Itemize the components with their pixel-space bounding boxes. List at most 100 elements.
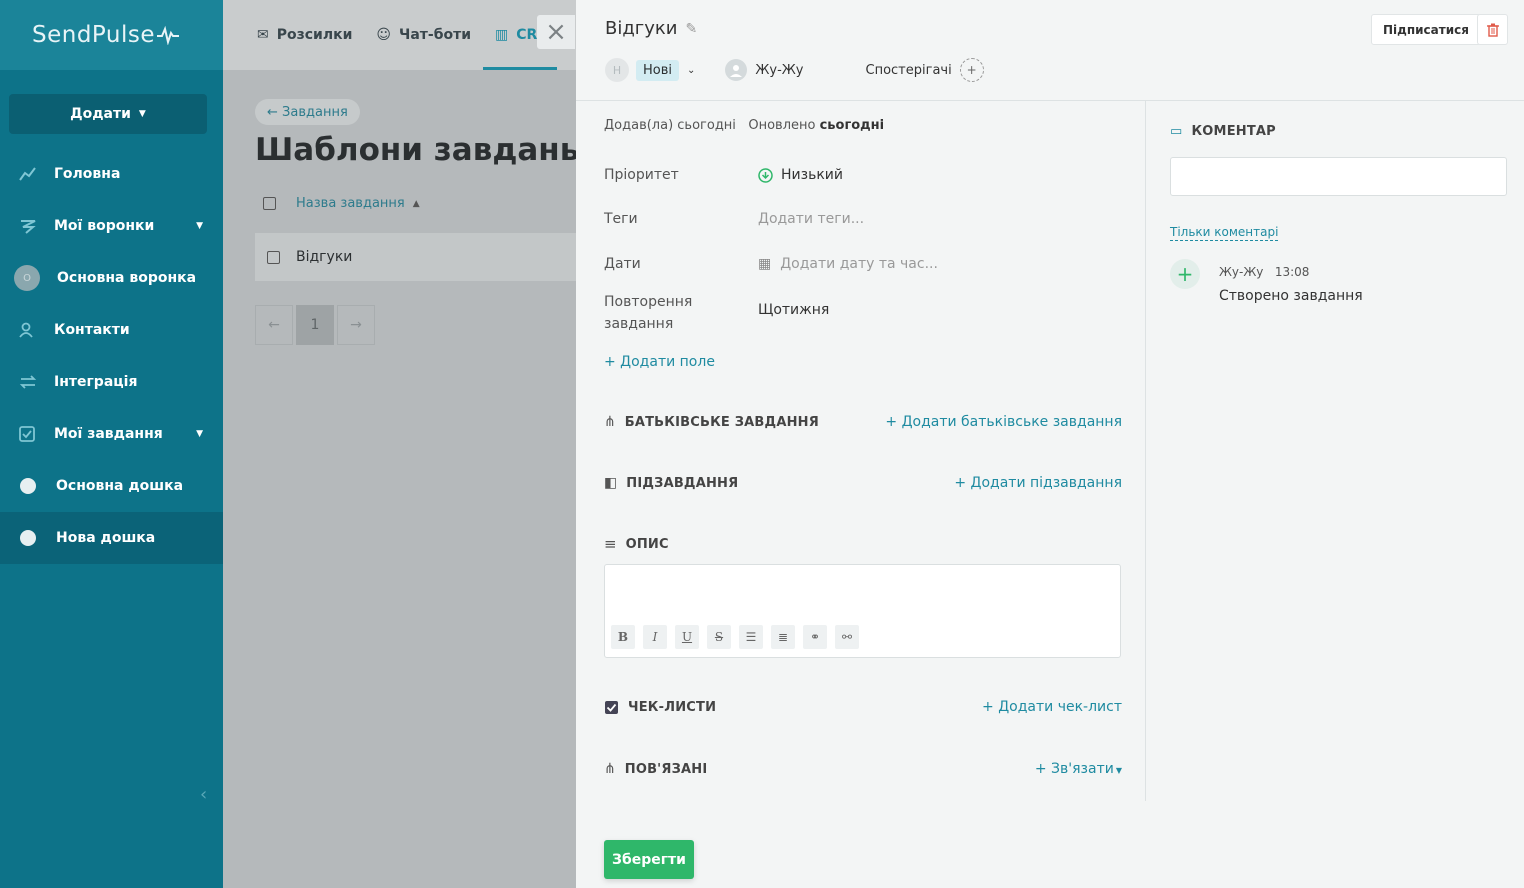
repeat-value[interactable]: Щотижня <box>758 302 829 318</box>
sidebar-item-label: Нова дошка <box>56 530 156 546</box>
assignee[interactable]: Жу-Жу <box>725 59 804 81</box>
sidebar-item-label: Мої завдання <box>54 426 163 442</box>
tags-input[interactable]: Додати теги... <box>758 211 864 227</box>
sidebar-item-main-board[interactable]: Основна дошка <box>0 460 223 512</box>
sidebar-item-label: Інтеграція <box>54 374 138 390</box>
status-avatar: Н <box>605 58 629 82</box>
add-watcher-button[interactable]: + <box>959 58 984 82</box>
chevron-down-icon[interactable]: ⌄ <box>687 65 695 76</box>
description-editor[interactable]: B I U S ☰ ≣ ⚭ ⚯ <box>604 564 1121 658</box>
tab-label: CR <box>516 27 538 43</box>
add-field-link[interactable]: + Додати поле <box>604 354 715 370</box>
add-parent-task-link[interactable]: + Додати батьківське завдання <box>885 414 1122 430</box>
priority-label: Пріоритет <box>604 167 679 183</box>
italic-button[interactable]: I <box>643 625 667 649</box>
repeat-label-line1: Повторення <box>604 294 693 310</box>
tab-crm[interactable]: ▥ CR <box>495 27 537 43</box>
active-tab-underline <box>483 67 557 70</box>
comment-input[interactable] <box>1170 157 1507 196</box>
calendar-icon: ▦ <box>758 256 772 272</box>
sidebar-item-label: Мої воронки <box>54 218 155 234</box>
board-dot-icon <box>20 530 36 546</box>
watchers: Спостерігачі + <box>866 58 984 82</box>
breadcrumb[interactable]: ← Завдання <box>255 99 360 125</box>
board-dot-icon <box>20 478 36 494</box>
sidebar-item-contacts[interactable]: Контакти <box>0 304 223 356</box>
sidebar-item-home[interactable]: Головна <box>0 148 223 200</box>
delete-button[interactable] <box>1477 14 1508 45</box>
editor-toolbar: B I U S ☰ ≣ ⚭ ⚯ <box>611 625 867 649</box>
pagination: ← 1 → <box>255 305 378 345</box>
activity-text: Створено завдання <box>1219 288 1363 304</box>
section-title: ЧЕК-ЛИСТИ <box>628 699 717 715</box>
sidebar-item-funnels[interactable]: Мої воронки ▼ <box>0 200 223 252</box>
dates-input[interactable]: ▦ Додати дату та час... <box>758 256 938 272</box>
sidebar-item-label: Головна <box>54 166 121 182</box>
bullet-list-icon[interactable]: ☰ <box>739 625 763 649</box>
checkbox-icon <box>605 700 618 714</box>
kanban-icon: ▥ <box>495 27 509 43</box>
logo[interactable]: SendPulse <box>32 22 179 48</box>
parent-task-section: ⋔ БАТЬКІВСЬКЕ ЗАВДАННЯ + Додати батьківс… <box>604 414 1122 430</box>
activity-meta: Жу-Жу 13:08 <box>1219 265 1309 279</box>
unlink-icon[interactable]: ⚯ <box>835 625 859 649</box>
priority-value[interactable]: Низький <box>758 167 843 183</box>
row-checkbox[interactable] <box>267 250 280 264</box>
watchers-label: Спостерігачі <box>865 62 952 78</box>
subtasks-section: ◧ ПІДЗАВДАННЯ + Додати підзавдання <box>604 475 1122 491</box>
close-panel-button[interactable]: × <box>537 15 575 49</box>
tab-chatbots[interactable]: ☺ Чат-боти <box>376 27 471 43</box>
funnel-icon <box>18 216 38 236</box>
task-title[interactable]: Відгуки ✎ <box>605 18 697 39</box>
tags-label: Теги <box>604 211 638 227</box>
section-title: БАТЬКІВСЬКЕ ЗАВДАННЯ <box>624 414 819 430</box>
arrow-down-circle-icon <box>758 167 773 183</box>
column-header-name[interactable]: Назва завдання <box>296 196 405 211</box>
add-button[interactable]: Додати ▼ <box>9 94 207 134</box>
table-header: Назва завдання ▲ <box>263 196 420 211</box>
section-title: ПОВ'ЯЗАНІ <box>624 761 708 777</box>
bold-button[interactable]: B <box>611 625 635 649</box>
collapse-sidebar-icon[interactable]: ‹ <box>200 784 207 805</box>
meta-updated-label: Оновлено <box>748 118 816 133</box>
status-badge[interactable]: Нові <box>636 59 680 81</box>
underline-button[interactable]: U <box>675 625 699 649</box>
pencil-icon[interactable]: ✎ <box>685 21 697 37</box>
select-all-checkbox[interactable] <box>263 197 276 210</box>
sort-asc-icon[interactable]: ▲ <box>413 199 420 209</box>
description-section: ≡ ОПИС <box>604 535 1122 553</box>
sidebar-item-label: Основна воронка <box>57 270 197 286</box>
link-related-dropdown[interactable]: + Зв'язати ▼ <box>1035 761 1122 777</box>
subscribe-button[interactable]: Підписатися <box>1371 14 1481 45</box>
logo-text: SendPulse <box>32 22 155 48</box>
sidebar-item-integration[interactable]: Інтеграція <box>0 356 223 408</box>
sidebar-item-new-board[interactable]: Нова дошка <box>0 512 223 564</box>
text-lines-icon: ≡ <box>604 535 617 553</box>
comments-title: ▭ КОМЕНТАР <box>1170 124 1276 139</box>
page-button-current[interactable]: 1 <box>296 305 334 345</box>
link-icon[interactable]: ⚭ <box>803 625 827 649</box>
save-button[interactable]: Зберегти <box>604 840 694 879</box>
activity-author: Жу-Жу <box>1219 265 1264 279</box>
sidebar-nav: Головна Мої воронки ▼ О Основна воронка … <box>0 148 223 564</box>
prev-page-button[interactable]: ← <box>255 305 293 345</box>
table-row[interactable]: Відгуки <box>255 233 585 281</box>
checklists-section: ЧЕК-ЛИСТИ + Додати чек-лист <box>604 699 1122 715</box>
assignee-name: Жу-Жу <box>755 62 804 78</box>
sidebar-item-label: Контакти <box>54 322 130 338</box>
subtasks-icon: ◧ <box>604 475 618 491</box>
next-page-button[interactable]: → <box>337 305 375 345</box>
add-checklist-link[interactable]: + Додати чек-лист <box>982 699 1122 715</box>
add-subtask-link[interactable]: + Додати підзавдання <box>954 475 1122 491</box>
status-row: Н Нові ⌄ Жу-Жу Спостерігачі + <box>605 58 984 82</box>
sidebar-item-main-funnel[interactable]: О Основна воронка <box>0 252 223 304</box>
numbered-list-icon[interactable]: ≣ <box>771 625 795 649</box>
add-button-label: Додати <box>70 106 131 122</box>
tab-mailings[interactable]: ✉ Розсилки <box>257 27 352 43</box>
only-comments-filter[interactable]: Тільки коментарі <box>1170 225 1279 241</box>
strikethrough-button[interactable]: S <box>707 625 731 649</box>
chat-icon: ☺ <box>376 27 392 43</box>
user-avatar-icon <box>725 59 748 81</box>
row-name[interactable]: Відгуки <box>296 249 352 265</box>
sidebar-item-my-tasks[interactable]: Мої завдання ▼ <box>0 408 223 460</box>
